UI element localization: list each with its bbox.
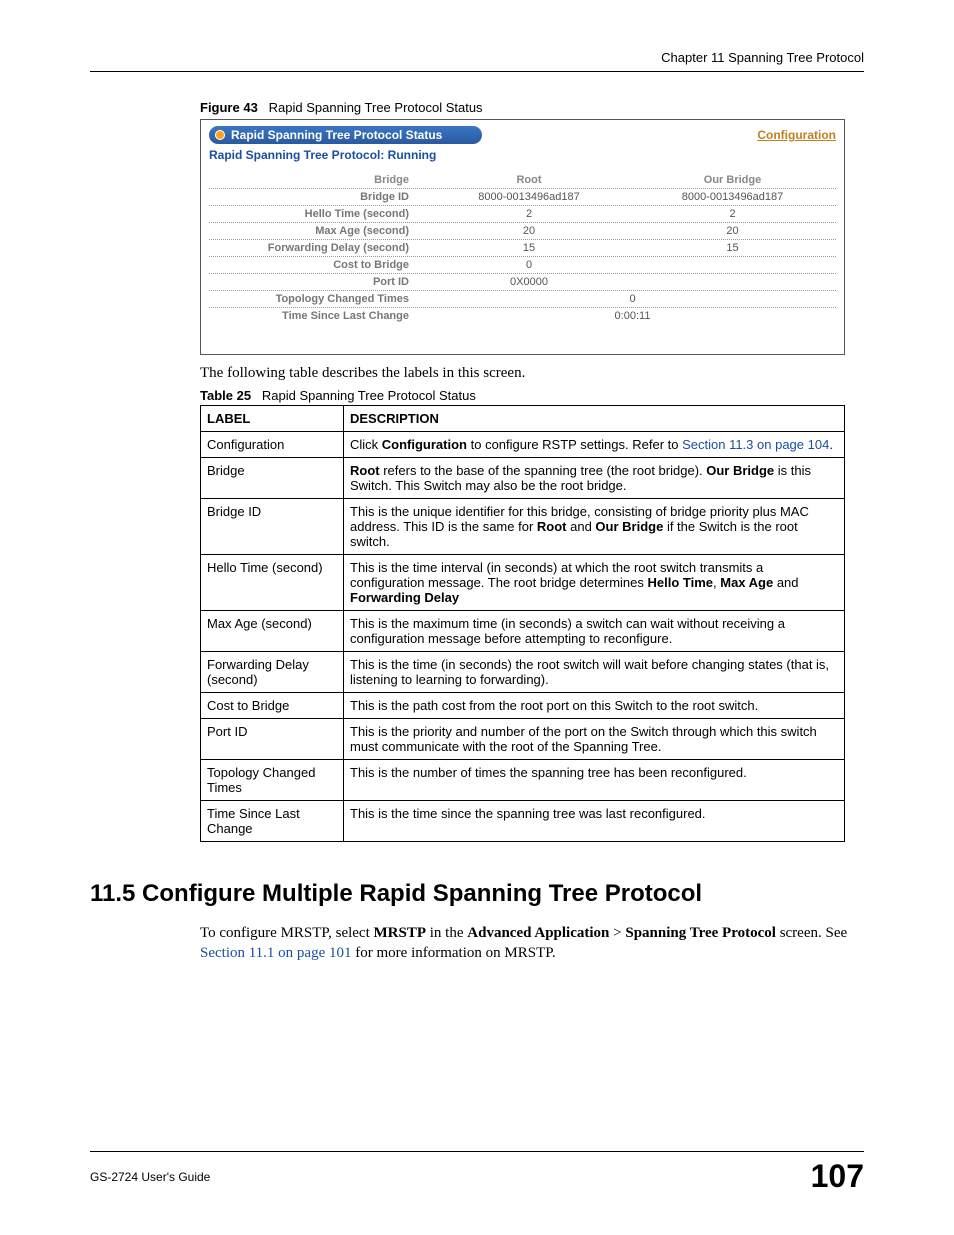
figure-caption: Figure 43 Rapid Spanning Tree Protocol S… xyxy=(200,100,864,115)
section-link[interactable]: Section 11.3 on page 104 xyxy=(682,437,829,452)
table-row: Port ID This is the priority and number … xyxy=(201,719,845,760)
table-label: Table 25 xyxy=(200,388,251,403)
pill-dot-icon xyxy=(215,130,225,140)
section-link[interactable]: Section 11.1 on page 101 xyxy=(200,945,352,961)
table-row: Topology Changed Times 0 xyxy=(209,291,836,308)
table-row: Hello Time (second) This is the time int… xyxy=(201,555,845,611)
intro-paragraph: The following table describes the labels… xyxy=(200,365,864,382)
table-row: Max Age (second) 20 20 xyxy=(209,223,836,240)
table-row: Hello Time (second) 2 2 xyxy=(209,206,836,223)
table-row: Bridge ID 8000-0013496ad187 8000-0013496… xyxy=(209,189,836,206)
table-row: Cost to Bridge 0 xyxy=(209,257,836,274)
pill-title: Rapid Spanning Tree Protocol Status xyxy=(231,128,442,142)
th-label: LABEL xyxy=(201,406,344,432)
section-paragraph: To configure MRSTP, select MRSTP in the … xyxy=(200,923,864,964)
figure-title: Rapid Spanning Tree Protocol Status xyxy=(269,100,483,115)
screenshot-rstp-status: Rapid Spanning Tree Protocol Status Conf… xyxy=(200,119,845,355)
status-pill: Rapid Spanning Tree Protocol Status xyxy=(209,126,482,144)
table-caption: Table 25 Rapid Spanning Tree Protocol St… xyxy=(200,388,864,403)
section-heading: 11.5 Configure Multiple Rapid Spanning T… xyxy=(90,880,864,908)
figure-label: Figure 43 xyxy=(200,100,258,115)
configuration-link[interactable]: Configuration xyxy=(757,128,836,142)
page-number: 107 xyxy=(811,1158,864,1195)
table-row: Configuration Click Configuration to con… xyxy=(201,432,845,458)
rstp-running-status: Rapid Spanning Tree Protocol: Running xyxy=(209,148,836,162)
col-root: Root xyxy=(429,174,629,186)
rstp-status-table: Bridge Root Our Bridge Bridge ID 8000-00… xyxy=(209,172,836,324)
table-row: Port ID 0X0000 xyxy=(209,274,836,291)
table-row: Time Since Last Change 0:00:11 xyxy=(209,308,836,324)
col-our-bridge: Our Bridge xyxy=(629,174,836,186)
th-description: DESCRIPTION xyxy=(344,406,845,432)
table-row: Forwarding Delay (second) 15 15 xyxy=(209,240,836,257)
footer-guide: GS-2724 User's Guide xyxy=(90,1170,210,1184)
table-row: Forwarding Delay (second) This is the ti… xyxy=(201,652,845,693)
table-row: Max Age (second) This is the maximum tim… xyxy=(201,611,845,652)
table-row: Time Since Last Change This is the time … xyxy=(201,801,845,842)
description-table: LABEL DESCRIPTION Configuration Click Co… xyxy=(200,405,845,842)
col-bridge: Bridge xyxy=(209,174,429,186)
chapter-header: Chapter 11 Spanning Tree Protocol xyxy=(90,50,864,72)
table-row: Cost to Bridge This is the path cost fro… xyxy=(201,693,845,719)
table-row: Bridge Root refers to the base of the sp… xyxy=(201,458,845,499)
table-row: Topology Changed Times This is the numbe… xyxy=(201,760,845,801)
page-footer: GS-2724 User's Guide 107 xyxy=(90,1151,864,1195)
table-title: Rapid Spanning Tree Protocol Status xyxy=(262,388,476,403)
table-row: Bridge ID This is the unique identifier … xyxy=(201,499,845,555)
